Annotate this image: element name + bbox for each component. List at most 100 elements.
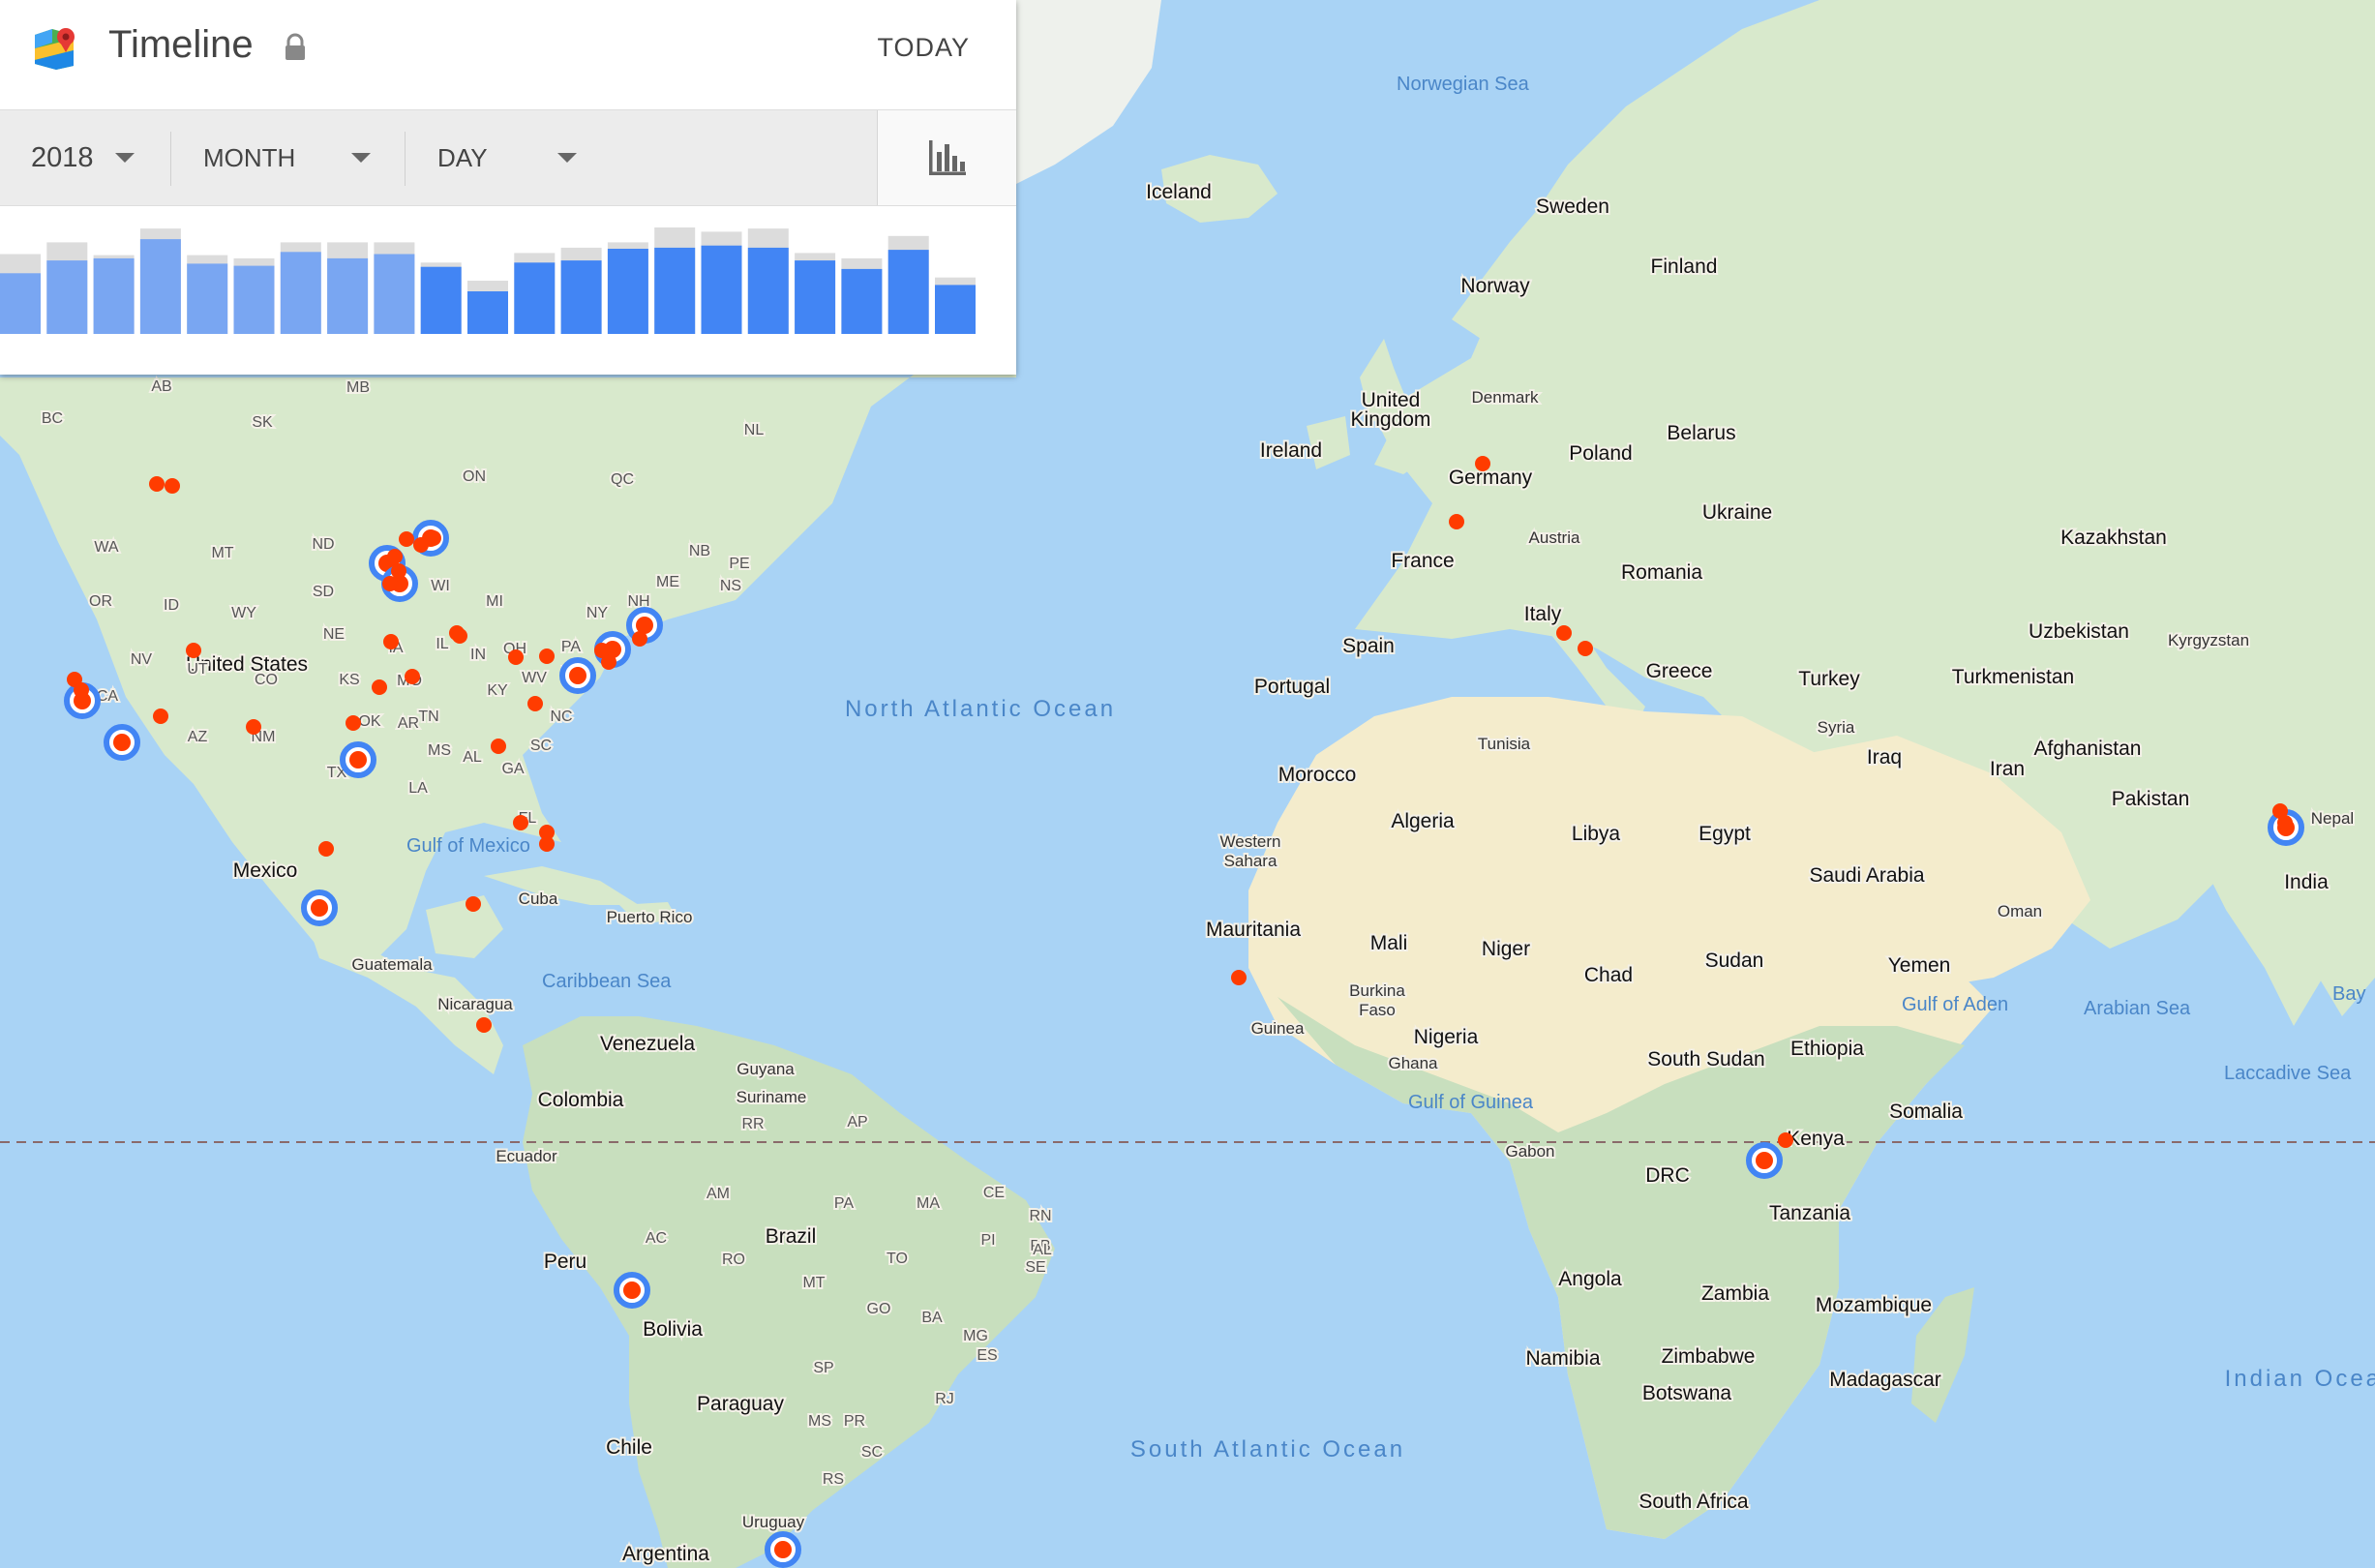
- location-dot[interactable]: [383, 634, 399, 649]
- histogram-bar[interactable]: [233, 257, 275, 334]
- location-dot[interactable]: [391, 563, 406, 579]
- region-label: KY: [487, 682, 508, 699]
- histogram-bar[interactable]: [374, 242, 415, 334]
- location-dot[interactable]: [387, 549, 403, 564]
- histogram-bar[interactable]: [93, 255, 135, 334]
- histogram-bar[interactable]: [327, 242, 369, 334]
- region-label: ME: [656, 574, 679, 590]
- activity-histogram[interactable]: [0, 205, 1016, 375]
- location-dot[interactable]: [1231, 970, 1247, 985]
- location-dot[interactable]: [1449, 514, 1464, 529]
- histogram-bar[interactable]: [560, 247, 602, 334]
- histogram-bar[interactable]: [139, 228, 181, 334]
- country-label: Syria: [1818, 718, 1855, 737]
- location-dot[interactable]: [372, 679, 387, 695]
- country-label: Angola: [1558, 1268, 1622, 1290]
- histogram-bar[interactable]: [887, 235, 929, 334]
- histogram-bar-visited: [233, 265, 275, 334]
- histogram-bar-visited: [139, 239, 181, 334]
- location-dot[interactable]: [774, 1541, 792, 1558]
- location-dot[interactable]: [399, 531, 414, 547]
- location-dot[interactable]: [569, 667, 586, 684]
- location-dot[interactable]: [153, 709, 168, 724]
- location-dot[interactable]: [476, 1017, 492, 1033]
- region-label: AL: [463, 749, 482, 766]
- histogram-bar[interactable]: [935, 277, 976, 334]
- location-dot[interactable]: [318, 841, 334, 857]
- histogram-bar-visited: [467, 291, 508, 334]
- country-label: Mozambique: [1816, 1294, 1932, 1316]
- country-label: Romania: [1621, 561, 1702, 584]
- location-dot[interactable]: [539, 648, 555, 664]
- region-label: KS: [339, 672, 359, 688]
- location-dot[interactable]: [452, 628, 467, 644]
- histogram-bar-visited: [935, 285, 976, 334]
- location-dot[interactable]: [623, 1282, 641, 1299]
- country-label: Oman: [1998, 902, 2042, 920]
- location-dot[interactable]: [113, 734, 131, 751]
- region-label: MS: [428, 742, 451, 759]
- histogram-bar[interactable]: [46, 242, 88, 334]
- location-dot[interactable]: [1778, 1132, 1793, 1148]
- country-label: Ethiopia: [1790, 1038, 1864, 1060]
- location-dot[interactable]: [594, 643, 610, 658]
- location-dot[interactable]: [527, 696, 543, 711]
- location-dot[interactable]: [508, 649, 524, 665]
- histogram-bar[interactable]: [841, 257, 883, 334]
- country-label: Nepal: [2311, 809, 2354, 828]
- water-label: Caribbean Sea: [542, 971, 672, 992]
- histogram-bar[interactable]: [420, 262, 462, 334]
- histogram-bar[interactable]: [701, 231, 742, 334]
- water-label: Gulf of Mexico: [406, 835, 530, 857]
- country-label: Mali: [1370, 932, 1408, 954]
- location-dot[interactable]: [1578, 641, 1593, 656]
- day-dropdown[interactable]: DAY: [437, 110, 577, 205]
- location-dot[interactable]: [1756, 1152, 1773, 1169]
- histogram-bar[interactable]: [654, 227, 696, 334]
- chevron-down-icon: [114, 153, 135, 163]
- today-button[interactable]: TODAY: [877, 33, 970, 63]
- location-dot[interactable]: [246, 719, 261, 735]
- country-label: Sudan: [1705, 950, 1764, 972]
- country-label: Italy: [1524, 603, 1562, 625]
- location-dot[interactable]: [349, 751, 367, 769]
- histogram-bar-visited: [374, 254, 415, 334]
- region-label: SD: [313, 584, 334, 600]
- month-dropdown[interactable]: MONTH: [203, 110, 372, 205]
- location-dot[interactable]: [632, 631, 647, 647]
- histogram-bar[interactable]: [747, 228, 789, 334]
- location-dot[interactable]: [491, 739, 506, 754]
- location-dot[interactable]: [311, 899, 328, 917]
- country-label: Iraq: [1867, 746, 1902, 769]
- country-label: Norway: [1460, 275, 1530, 297]
- stats-button[interactable]: [877, 110, 1016, 205]
- year-dropdown[interactable]: 2018: [31, 110, 135, 205]
- country-label: Brazil: [766, 1225, 817, 1248]
- location-dot[interactable]: [382, 576, 398, 591]
- region-label: OR: [89, 593, 112, 610]
- histogram-bar[interactable]: [467, 281, 508, 334]
- country-label: Germany: [1449, 467, 1533, 489]
- location-dot[interactable]: [466, 896, 481, 912]
- location-dot[interactable]: [426, 530, 441, 546]
- location-dot[interactable]: [513, 815, 528, 830]
- location-dot[interactable]: [346, 715, 361, 731]
- location-dot[interactable]: [1556, 625, 1572, 641]
- histogram-bar-visited: [0, 273, 41, 334]
- location-dot[interactable]: [405, 669, 420, 684]
- location-dot[interactable]: [186, 643, 201, 658]
- chevron-down-icon: [351, 153, 372, 163]
- histogram-bar[interactable]: [795, 253, 836, 334]
- histogram-bar[interactable]: [280, 242, 321, 334]
- histogram-bar[interactable]: [607, 242, 648, 334]
- location-dot[interactable]: [2277, 815, 2293, 830]
- location-dot[interactable]: [539, 836, 555, 852]
- histogram-bar-visited: [187, 263, 228, 334]
- location-dot[interactable]: [149, 476, 165, 492]
- histogram-bar[interactable]: [514, 253, 556, 334]
- histogram-bar[interactable]: [0, 254, 41, 335]
- location-dot[interactable]: [165, 478, 180, 494]
- location-dot[interactable]: [1475, 456, 1490, 471]
- histogram-bar[interactable]: [187, 255, 228, 334]
- location-dot[interactable]: [74, 682, 89, 698]
